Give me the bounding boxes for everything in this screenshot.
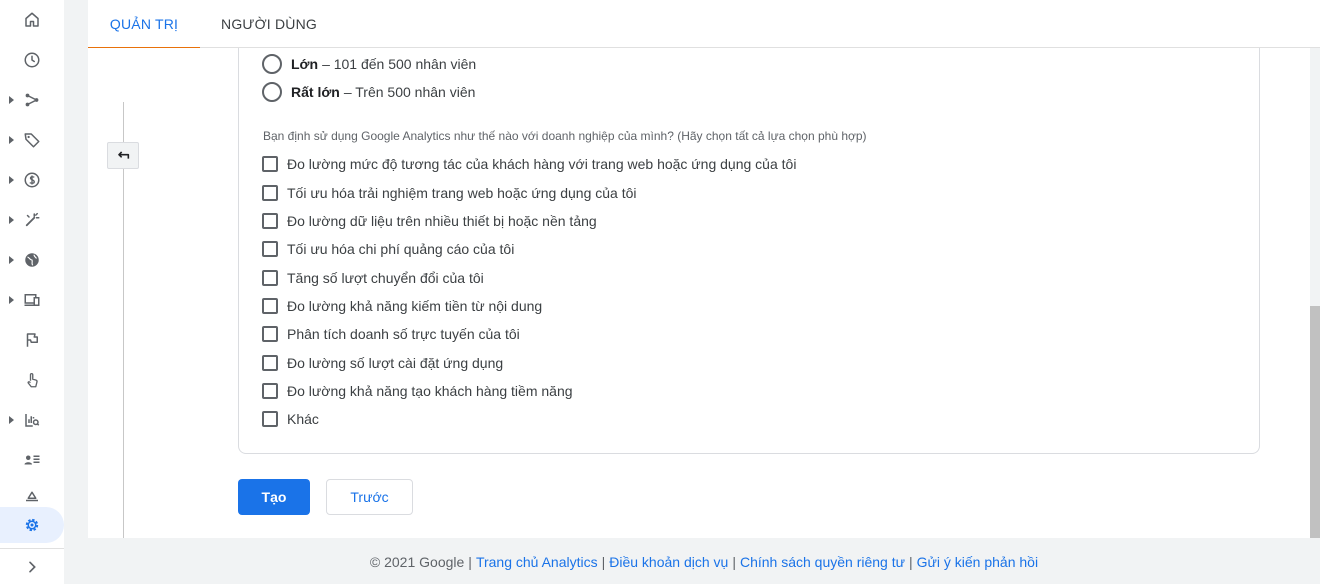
arrow-back-icon — [118, 150, 130, 159]
checkbox[interactable] — [262, 156, 278, 172]
nav-tech[interactable] — [0, 282, 64, 318]
expand-caret-icon — [9, 176, 14, 184]
privacy-policy-link[interactable]: Chính sách quyền riêng tư — [740, 554, 905, 570]
checkbox-label: Đo lường dữ liệu trên nhiều thiết bị hoặ… — [287, 213, 597, 229]
usage-option[interactable]: Đo lường số lượt cài đặt ứng dụng — [262, 351, 503, 375]
nav-behavior[interactable] — [0, 362, 64, 398]
flag-icon — [26, 333, 38, 347]
terms-of-service-link[interactable]: Điều khoản dịch vụ — [609, 554, 728, 570]
nav-events[interactable] — [0, 202, 64, 238]
expand-caret-icon — [9, 416, 14, 424]
usage-option[interactable]: Đo lường mức độ tương tác của khách hàng… — [262, 152, 796, 176]
option-label: – 101 đến 500 nhân viên — [322, 56, 477, 72]
checkbox[interactable] — [262, 270, 278, 286]
option-bold-label: Lớn — [291, 56, 319, 72]
checkbox[interactable] — [262, 298, 278, 314]
nav-realtime[interactable] — [0, 42, 64, 78]
share-icon — [25, 93, 39, 107]
nav-library[interactable] — [0, 482, 64, 504]
checkbox-label: Đo lường khả năng kiếm tiền từ nội dung — [287, 298, 543, 314]
usage-option[interactable]: Phân tích doanh số trực tuyến của tôi — [262, 322, 520, 346]
admin-header: QUẢN TRỊ NGƯỜI DÙNG — [88, 0, 1320, 49]
globe-icon — [25, 253, 39, 267]
left-nav-rail — [0, 0, 64, 584]
tag-icon — [24, 133, 40, 148]
size-option-large[interactable]: Lớn – 101 đến 500 nhân viên — [262, 52, 476, 76]
chevron-right-icon — [29, 561, 36, 572]
footer-separator: | — [468, 554, 472, 570]
radio-button[interactable] — [262, 54, 282, 74]
gear-icon — [25, 518, 39, 532]
checkbox-label: Khác — [287, 411, 319, 427]
checkbox-label: Đo lường mức độ tương tác của khách hàng… — [287, 156, 797, 172]
expand-caret-icon — [9, 136, 14, 144]
size-option-very-large[interactable]: Rất lớn – Trên 500 nhân viên — [262, 80, 475, 104]
scrollbar-thumb[interactable] — [1310, 306, 1320, 538]
radio-button[interactable] — [262, 82, 282, 102]
footer-separator: | — [908, 554, 913, 570]
dollar-icon — [24, 172, 40, 188]
checkbox-label: Tăng số lượt chuyển đổi của tôi — [287, 270, 484, 286]
usage-option[interactable]: Đo lường dữ liệu trên nhiều thiết bị hoặ… — [262, 209, 597, 233]
send-feedback-link[interactable]: Gửi ý kiến phản hồi — [917, 554, 1038, 570]
report-icon — [25, 414, 40, 427]
expand-caret-icon — [9, 256, 14, 264]
option-bold-label: Rất lớn — [291, 84, 340, 100]
person-list-icon — [24, 455, 40, 465]
analytics-home-link[interactable]: Trang chủ Analytics — [476, 554, 598, 570]
option-label: – Trên 500 nhân viên — [343, 84, 476, 100]
nav-configure[interactable] — [0, 442, 64, 478]
checkbox[interactable] — [262, 383, 278, 399]
magic-wand-icon — [25, 212, 40, 227]
usage-question: Bạn định sử dụng Google Analytics như th… — [263, 129, 867, 143]
nav-monetization[interactable] — [0, 162, 64, 198]
nav-conversions[interactable] — [0, 322, 64, 358]
footer-separator: | — [601, 554, 606, 570]
shapes-icon — [26, 491, 38, 502]
expand-caret-icon — [9, 96, 14, 104]
usage-option[interactable]: Đo lường khả năng kiếm tiền từ nội dung — [262, 294, 542, 318]
nav-home[interactable] — [0, 2, 64, 38]
usage-option[interactable]: Tối ưu hóa trải nghiệm trang web hoặc ứn… — [262, 181, 637, 205]
checkbox-label: Tối ưu hóa chi phí quảng cáo của tôi — [287, 241, 515, 257]
page-footer: © 2021 Google | Trang chủ Analytics | Đi… — [88, 548, 1320, 576]
usage-option[interactable]: Đo lường khả năng tạo khách hàng tiềm nă… — [262, 379, 573, 403]
copyright-text: © 2021 Google — [369, 554, 465, 570]
expand-caret-icon — [9, 216, 14, 224]
collapse-panel-button[interactable] — [107, 142, 139, 169]
checkbox-label: Phân tích doanh số trực tuyến của tôi — [287, 326, 520, 342]
usage-option[interactable]: Tăng số lượt chuyển đổi của tôi — [262, 266, 484, 290]
usage-option[interactable]: Tối ưu hóa chi phí quảng cáo của tôi — [262, 237, 514, 261]
checkbox[interactable] — [262, 213, 278, 229]
home-icon — [25, 12, 39, 27]
expand-rail-button[interactable] — [0, 548, 64, 584]
checkbox-label: Đo lường khả năng tạo khách hàng tiềm nă… — [287, 383, 573, 399]
checkbox[interactable] — [262, 185, 278, 201]
checkbox[interactable] — [262, 241, 278, 257]
touch-icon — [27, 372, 38, 388]
tab-admin[interactable]: QUẢN TRỊ — [88, 0, 200, 49]
footer-separator: | — [732, 554, 736, 570]
checkbox[interactable] — [262, 411, 278, 427]
nav-global[interactable] — [0, 242, 64, 278]
previous-button[interactable]: Trước — [326, 479, 413, 515]
checkbox-label: Đo lường số lượt cài đặt ứng dụng — [287, 355, 504, 371]
devices-icon — [24, 294, 40, 306]
nav-explore[interactable] — [0, 402, 64, 438]
clock-icon — [24, 52, 40, 68]
checkbox-label: Tối ưu hóa trải nghiệm trang web hoặc ứn… — [287, 185, 637, 201]
create-button[interactable]: Tạo — [238, 479, 310, 515]
nav-admin[interactable] — [0, 507, 64, 543]
nav-audience[interactable] — [0, 82, 64, 118]
usage-option[interactable]: Khác — [262, 407, 319, 431]
checkbox[interactable] — [262, 355, 278, 371]
expand-caret-icon — [9, 296, 14, 304]
nav-acquisition[interactable] — [0, 122, 64, 158]
tab-users[interactable]: NGƯỜI DÙNG — [200, 0, 338, 48]
main-content: Lớn – 101 đến 500 nhân viên Rất lớn – Tr… — [88, 48, 1320, 538]
checkbox[interactable] — [262, 326, 278, 342]
